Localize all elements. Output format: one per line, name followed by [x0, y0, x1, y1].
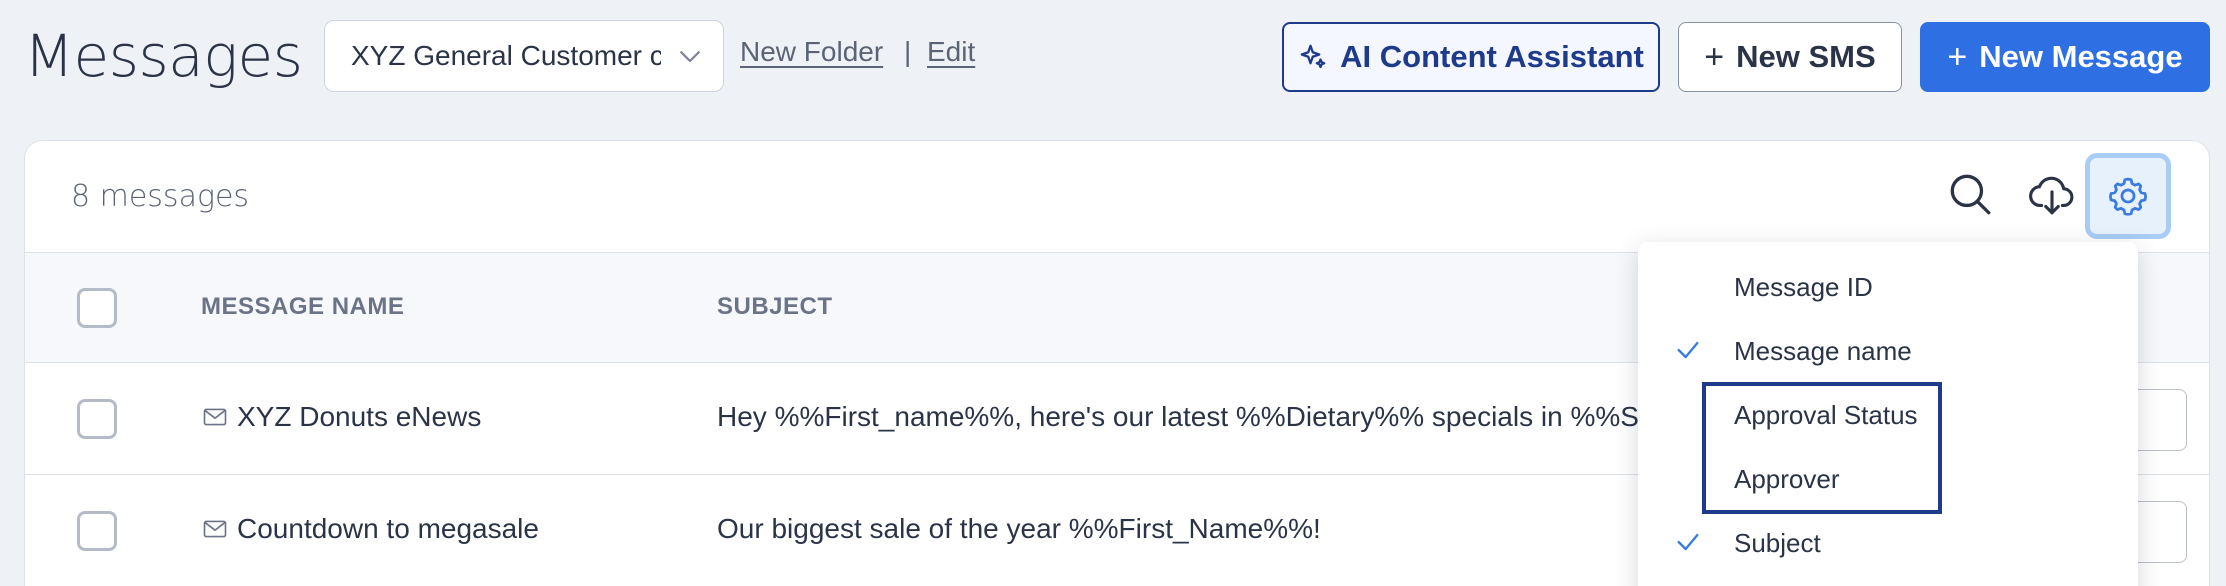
- message-name[interactable]: XYZ Donuts eNews: [237, 401, 481, 433]
- new-message-label: New Message: [1979, 39, 2183, 74]
- messages-page: Messages XYZ General Customer co New Fol…: [0, 0, 2226, 586]
- menu-item-approver[interactable]: Approver: [1734, 464, 1840, 495]
- check-icon: [1677, 533, 1699, 551]
- row-checkbox[interactable]: [77, 399, 117, 439]
- plus-icon: +: [1704, 37, 1725, 76]
- chevron-down-icon: [680, 51, 700, 63]
- menu-item-message-name[interactable]: Message name: [1734, 336, 1912, 367]
- card-toolbar: 8 messages: [25, 141, 2209, 253]
- sparkle-icon: [1300, 44, 1326, 69]
- menu-item-subject[interactable]: Subject: [1734, 528, 1821, 559]
- message-subject: Our biggest sale of the year %%First_Nam…: [717, 513, 1321, 544]
- menu-item-approval-status[interactable]: Approval Status: [1734, 400, 1918, 431]
- new-folder-link[interactable]: New Folder: [740, 36, 883, 68]
- envelope-icon: [203, 408, 227, 426]
- header-separator: |: [904, 36, 912, 67]
- column-chooser-menu: Message ID Message name Approval Status …: [1638, 242, 2138, 586]
- message-count: 8 messages: [71, 179, 250, 214]
- message-name-cell[interactable]: Countdown to megasale: [201, 513, 539, 545]
- column-settings-button[interactable]: [2085, 153, 2171, 239]
- new-sms-button[interactable]: + New SMS: [1678, 22, 1902, 92]
- new-message-button[interactable]: + New Message: [1920, 22, 2210, 92]
- cloud-download-icon[interactable]: [2027, 169, 2077, 219]
- edit-link[interactable]: Edit: [927, 36, 975, 68]
- column-header-message-name[interactable]: MESSAGE NAME: [201, 293, 404, 321]
- plus-icon: +: [1947, 37, 1968, 76]
- menu-item-message-id[interactable]: Message ID: [1734, 272, 1873, 303]
- envelope-icon: [203, 520, 227, 538]
- search-icon[interactable]: [1945, 169, 1995, 219]
- message-name-cell[interactable]: XYZ Donuts eNews: [201, 401, 481, 433]
- row-checkbox[interactable]: [77, 511, 117, 551]
- new-sms-label: New SMS: [1736, 39, 1876, 74]
- folder-select-value: XYZ General Customer co: [351, 40, 661, 71]
- select-all-checkbox[interactable]: [77, 288, 117, 328]
- ai-button-label: AI Content Assistant: [1340, 39, 1644, 74]
- message-subject: Hey %%First_name%%, here's our latest %%…: [717, 401, 1736, 432]
- folder-select[interactable]: XYZ General Customer co: [324, 20, 724, 92]
- column-header-subject[interactable]: SUBJECT: [717, 293, 833, 321]
- ai-content-assistant-button[interactable]: AI Content Assistant: [1282, 22, 1660, 92]
- page-title: Messages: [24, 22, 303, 90]
- gear-icon: [2109, 177, 2147, 216]
- check-icon: [1677, 341, 1699, 359]
- message-name[interactable]: Countdown to megasale: [237, 513, 539, 545]
